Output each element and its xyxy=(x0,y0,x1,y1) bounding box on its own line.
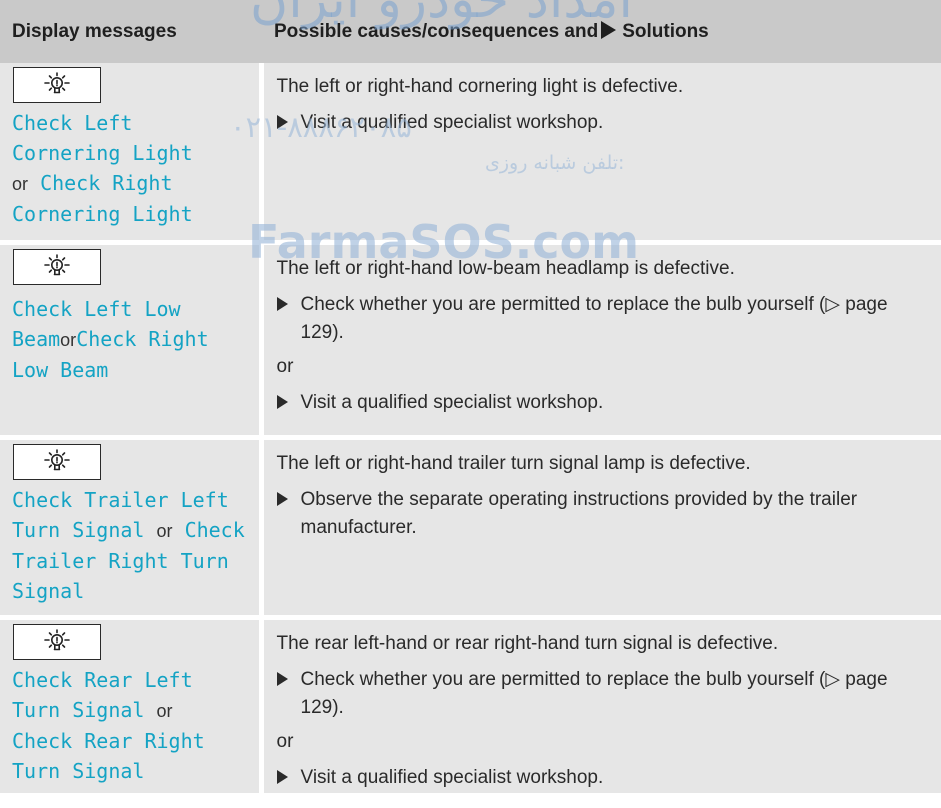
message-check-rear-right-turn-signal: Check Rear Right Turn Signal xyxy=(12,728,205,783)
header-causes-solutions: Possible causes/consequences and Solution… xyxy=(261,0,941,63)
table-header-row: Display messages Possible causes/consequ… xyxy=(0,0,941,63)
step-arrow-icon xyxy=(276,296,288,311)
table-row: Check Rear Left Turn Signal or Check Rea… xyxy=(0,614,941,793)
display-message-cell: Check Rear Left Turn Signal or Check Rea… xyxy=(0,614,264,793)
cause-solution-cell: The left or right-hand cornering light i… xyxy=(261,63,941,242)
light-bulb-warning-icon xyxy=(13,623,101,660)
light-bulb-warning-icon xyxy=(13,248,101,285)
solution-step: Check whether you are permitted to repla… xyxy=(276,666,928,722)
cause-text: The rear left-hand or rear right-hand tu… xyxy=(276,632,779,654)
solution-step: Check whether you are permitted to repla… xyxy=(276,291,928,347)
solution-step-text: Visit a qualified specialist workshop. xyxy=(300,112,604,133)
cause-text: The left or right-hand low-beam headlamp… xyxy=(276,257,735,279)
table-row: Check Left Low BeamorCheck Right Low Bea… xyxy=(0,239,941,437)
display-messages-table: Display messages Possible causes/consequ… xyxy=(0,0,941,793)
message-check-right-cornering-light: Check Right Cornering Light xyxy=(12,171,193,226)
or-connector: or xyxy=(156,520,173,541)
display-message-cell: Check Left Cornering Light or Check Righ… xyxy=(0,63,264,242)
light-bulb-warning-icon xyxy=(13,67,101,103)
header-solutions-text: Solutions xyxy=(622,20,709,42)
display-message-cell: Check Trailer Left Turn Signal or Check … xyxy=(0,434,264,617)
display-message-cell: Check Left Low BeamorCheck Right Low Bea… xyxy=(0,239,264,437)
solution-step-text: Check whether you are permitted to repla… xyxy=(300,668,888,718)
cause-solution-cell: The left or right-hand low-beam headlamp… xyxy=(261,239,941,437)
or-text: or xyxy=(276,730,294,752)
message-check-left-cornering-light: Check Left Cornering Light xyxy=(12,111,193,165)
solution-step-text: Check whether you are permitted to repla… xyxy=(300,293,888,343)
or-connector: or xyxy=(12,174,29,194)
solution-step: Visit a qualified specialist workshop. xyxy=(276,109,928,137)
or-text: or xyxy=(276,355,294,377)
header-causes-text: Possible causes/consequences and xyxy=(274,20,599,42)
step-arrow-icon xyxy=(276,394,288,409)
step-arrow-icon xyxy=(276,769,288,784)
or-connector: or xyxy=(156,700,173,721)
solution-step-text: Visit a qualified specialist workshop. xyxy=(300,391,604,413)
table-row: Check Left Cornering Light or Check Righ… xyxy=(0,63,941,242)
solution-step: Visit a qualified specialist workshop. xyxy=(276,389,928,417)
cause-solution-cell: The rear left-hand or rear right-hand tu… xyxy=(261,614,941,793)
light-bulb-warning-icon xyxy=(13,443,101,480)
header-display-messages: Display messages xyxy=(0,0,261,63)
solution-step-text: Observe the separate operating instructi… xyxy=(300,488,858,538)
cause-solution-cell: The left or right-hand trailer turn sign… xyxy=(261,434,941,617)
solutions-arrow-icon xyxy=(601,20,617,39)
solution-step-text: Visit a qualified specialist workshop. xyxy=(300,766,604,788)
table-row: Check Trailer Left Turn Signal or Check … xyxy=(0,434,941,617)
cause-text: The left or right-hand trailer turn sign… xyxy=(276,452,751,474)
cause-text: The left or right-hand cornering light i… xyxy=(276,76,684,97)
step-arrow-icon xyxy=(276,671,288,686)
step-arrow-icon xyxy=(276,115,288,129)
or-connector: or xyxy=(60,329,77,350)
solution-step: Visit a qualified specialist workshop. xyxy=(276,764,928,792)
step-arrow-icon xyxy=(276,491,288,506)
solution-step: Observe the separate operating instructi… xyxy=(276,486,928,542)
